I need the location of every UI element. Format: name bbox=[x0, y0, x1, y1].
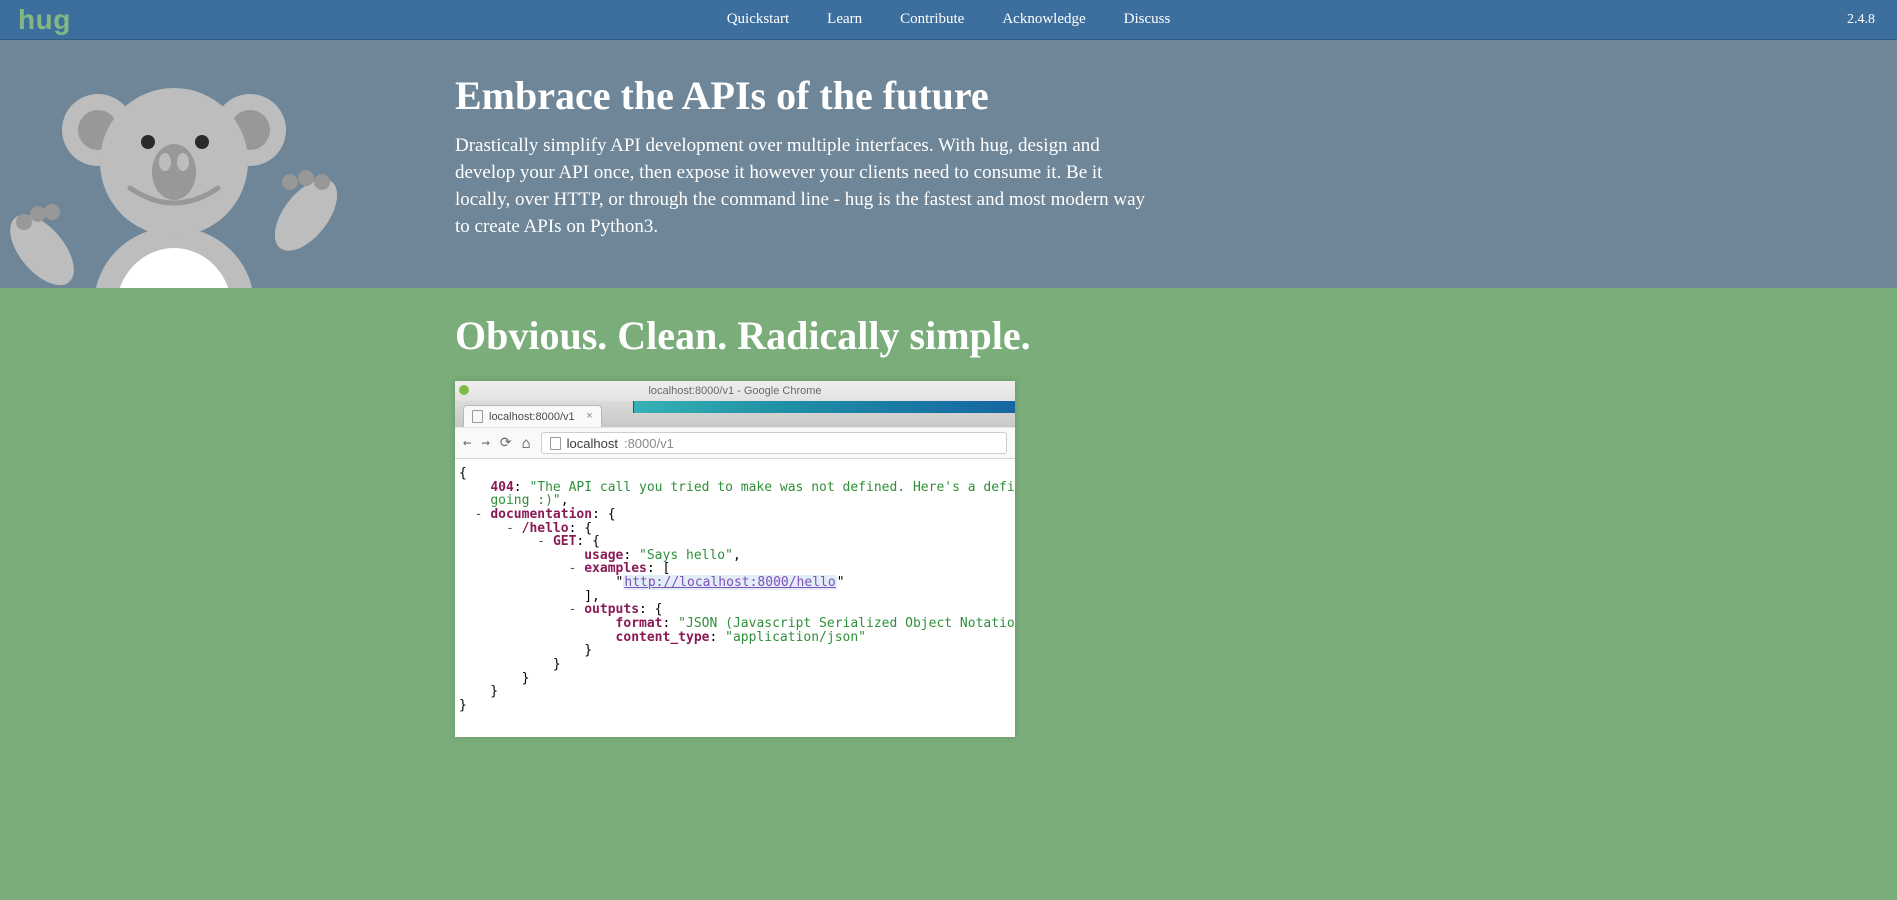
browser-body: { 404: "The API call you tried to make w… bbox=[455, 459, 1015, 737]
browser-mock: localhost:8000/v1 - Google Chrome localh… bbox=[455, 381, 1015, 737]
browser-toolbar: ← → ⟳ ⌂ localhost :8000/v1 bbox=[455, 427, 1015, 459]
koala-mascot bbox=[0, 62, 455, 288]
section2-title: Obvious. Clean. Radically simple. bbox=[455, 312, 1897, 359]
page-icon bbox=[550, 437, 561, 450]
hero-section: Embrace the APIs of the future Drastical… bbox=[0, 40, 1897, 288]
tabstrip-color-bar bbox=[633, 401, 1015, 413]
example-url-link[interactable]: http://localhost:8000/hello bbox=[623, 575, 836, 590]
nav-discuss[interactable]: Discuss bbox=[1124, 11, 1171, 28]
browser-window-title: localhost:8000/v1 - Google Chrome bbox=[455, 381, 1015, 401]
nav-learn[interactable]: Learn bbox=[827, 11, 862, 28]
browser-tab[interactable]: localhost:8000/v1 × bbox=[463, 405, 602, 427]
address-bar[interactable]: localhost :8000/v1 bbox=[541, 432, 1007, 454]
nav-links: Quickstart Learn Contribute Acknowledge … bbox=[727, 11, 1171, 28]
browser-tab-label: localhost:8000/v1 bbox=[489, 411, 575, 423]
hero-copy: Embrace the APIs of the future Drastical… bbox=[455, 62, 1155, 288]
home-icon[interactable]: ⌂ bbox=[522, 434, 531, 452]
simple-section: Obvious. Clean. Radically simple. localh… bbox=[0, 288, 1897, 737]
nav-quickstart[interactable]: Quickstart bbox=[727, 11, 789, 28]
nav-acknowledge[interactable]: Acknowledge bbox=[1002, 11, 1085, 28]
page-icon bbox=[472, 410, 483, 423]
nav-contribute[interactable]: Contribute bbox=[900, 11, 964, 28]
hero-title: Embrace the APIs of the future bbox=[455, 72, 1155, 119]
logo[interactable]: hug bbox=[0, 4, 71, 36]
close-tab-icon[interactable]: × bbox=[586, 410, 592, 422]
koala-icon bbox=[10, 70, 340, 288]
forward-icon[interactable]: → bbox=[481, 435, 489, 451]
back-icon[interactable]: ← bbox=[463, 435, 471, 451]
version-label: 2.4.8 bbox=[1847, 12, 1875, 28]
reload-icon[interactable]: ⟳ bbox=[500, 435, 512, 451]
address-host: localhost bbox=[567, 436, 618, 451]
address-path: :8000/v1 bbox=[624, 436, 674, 451]
browser-tabstrip: localhost:8000/v1 × bbox=[455, 401, 1015, 427]
hero-body: Drastically simplify API development ove… bbox=[455, 133, 1155, 241]
top-nav: hug Quickstart Learn Contribute Acknowle… bbox=[0, 0, 1897, 40]
